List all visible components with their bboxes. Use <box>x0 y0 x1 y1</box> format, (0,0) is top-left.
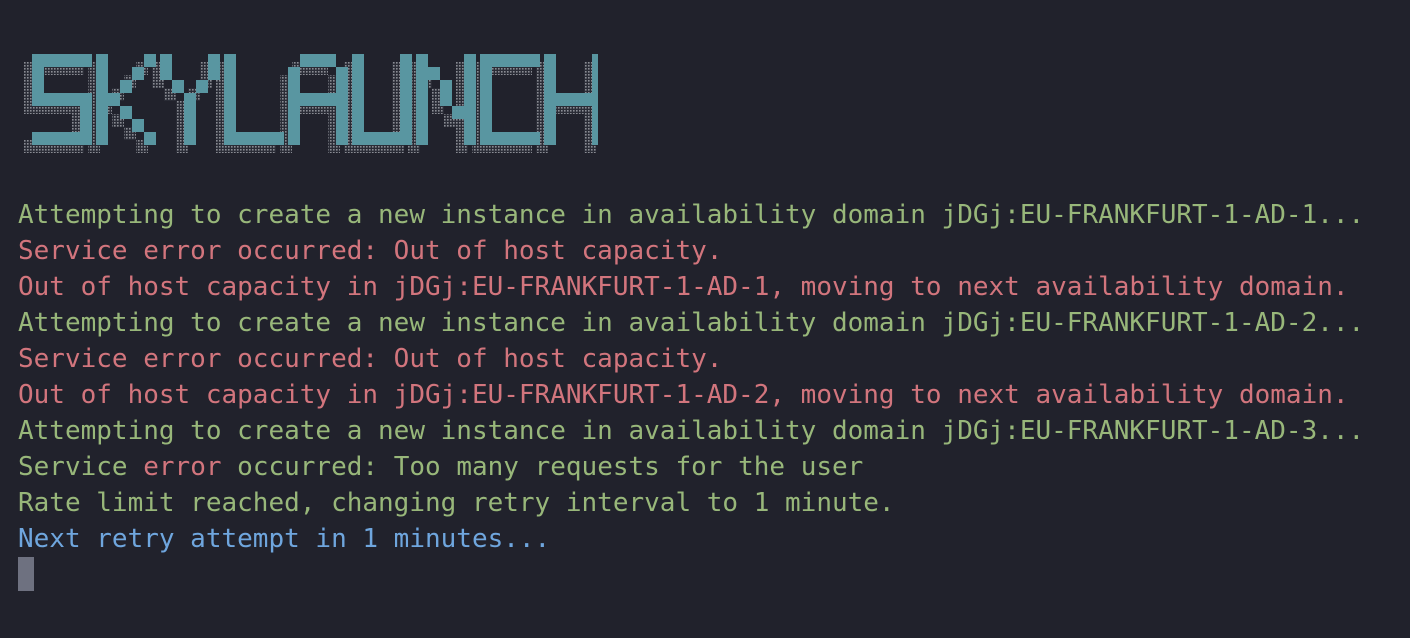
log-line: Next retry attempt in 1 minutes... <box>18 521 1364 557</box>
log-segment: Attempting to create a new instance in a… <box>18 308 1365 338</box>
log-line: Service error occurred: Out of host capa… <box>18 233 1364 269</box>
log-segment: Attempting to create a new instance in a… <box>18 200 1365 230</box>
log-line: Attempting to create a new instance in a… <box>18 197 1364 233</box>
log-segment: Service <box>18 452 144 482</box>
log-segment: Attempting to create a new instance in a… <box>18 416 1365 446</box>
log-line: Service error occurred: Too many request… <box>18 449 1364 485</box>
log-segment: Service error occurred: Out of host capa… <box>18 344 723 374</box>
log-segment: Service error occurred: Out of host capa… <box>18 236 723 266</box>
log-segment: Rate limit reached, changing retry inter… <box>18 488 895 518</box>
log-line: Attempting to create a new instance in a… <box>18 305 1364 341</box>
log-line: Service error occurred: Out of host capa… <box>18 341 1364 377</box>
log-line: Out of host capacity in jDGj:EU-FRANKFUR… <box>18 269 1364 305</box>
log-segment: Next retry attempt in 1 minutes... <box>18 524 551 554</box>
log-line: Out of host capacity in jDGj:EU-FRANKFUR… <box>18 377 1364 413</box>
terminal-window[interactable]: Attempting to create a new instance in a… <box>0 0 1410 638</box>
banner-logo-graphic <box>24 54 598 153</box>
log-segment: occurred: Too many requests for the user <box>221 452 864 482</box>
terminal-output: Attempting to create a new instance in a… <box>18 197 1364 557</box>
terminal-cursor <box>18 557 34 591</box>
skylaunch-ascii-banner <box>18 50 598 162</box>
log-segment: Out of host capacity in jDGj:EU-FRANKFUR… <box>18 272 1349 302</box>
log-line: Rate limit reached, changing retry inter… <box>18 485 1364 521</box>
log-line: Attempting to create a new instance in a… <box>18 413 1364 449</box>
log-segment: Out of host capacity in jDGj:EU-FRANKFUR… <box>18 380 1349 410</box>
log-segment: error <box>143 452 222 482</box>
